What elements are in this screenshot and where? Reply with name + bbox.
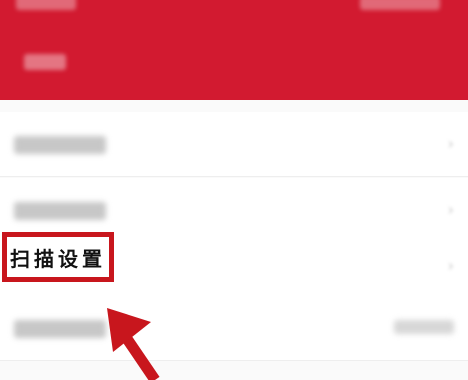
header-title-blurred xyxy=(16,0,76,10)
row-label-blurred xyxy=(14,136,106,154)
settings-row-1[interactable]: › xyxy=(0,112,468,176)
settings-row-4[interactable] xyxy=(0,296,468,360)
row-label-blurred xyxy=(14,320,106,338)
arrow-up-left-icon xyxy=(107,308,160,380)
app-header xyxy=(0,0,468,100)
chevron-right-icon: › xyxy=(447,256,454,275)
scan-settings-highlight[interactable]: 扫描设置 xyxy=(2,232,114,282)
row-value-blurred xyxy=(394,320,454,334)
chevron-right-icon: › xyxy=(447,134,454,153)
scan-settings-label: 扫描设置 xyxy=(10,246,106,271)
settings-screen: › › › 扫描设置 xyxy=(0,0,468,380)
row-label-blurred xyxy=(14,202,106,220)
header-right-blurred xyxy=(360,0,440,10)
chevron-right-icon: › xyxy=(447,200,454,219)
header-subtitle-blurred xyxy=(24,54,66,70)
